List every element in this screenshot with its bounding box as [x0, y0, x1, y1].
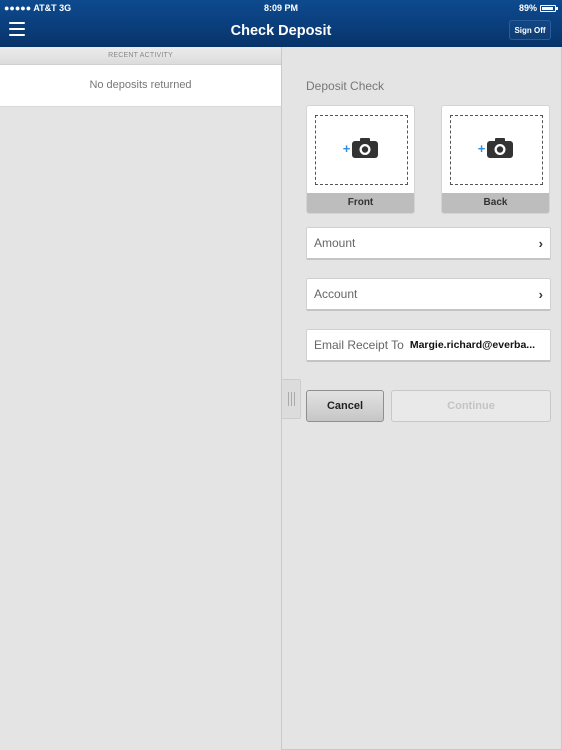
- camera-icon: [487, 138, 514, 158]
- email-receipt-field[interactable]: Email Receipt To Margie.richard@everba..…: [306, 329, 551, 362]
- cancel-button[interactable]: Cancel: [306, 390, 384, 422]
- amount-field[interactable]: Amount ›: [306, 227, 551, 260]
- split-view-drag-handle[interactable]: [282, 379, 301, 419]
- battery-icon: [540, 4, 558, 12]
- plus-icon: +: [342, 140, 351, 156]
- navigation-bar: ●●●●● AT&T 3G 8:09 PM 89% Check Deposit …: [0, 0, 562, 47]
- camera-icon: [352, 138, 379, 158]
- clock: 8:09 PM: [263, 3, 298, 13]
- battery-percent: 89%: [518, 3, 537, 13]
- battery-status: 89%: [518, 3, 558, 13]
- chevron-right-icon: ›: [538, 286, 543, 302]
- recent-activity-pane: RECENT ACTIVITY No deposits returned: [0, 47, 281, 750]
- deposit-check-title: Deposit Check: [306, 79, 385, 93]
- back-image-capture[interactable]: + Back: [441, 105, 550, 214]
- add-camera-icon: +: [307, 138, 414, 158]
- add-camera-icon: +: [442, 138, 549, 158]
- account-label: Account: [314, 287, 358, 301]
- email-value: Margie.richard@everba...: [409, 339, 536, 351]
- amount-label: Amount: [314, 236, 356, 250]
- plus-icon: +: [477, 140, 486, 156]
- no-deposits-message: No deposits returned: [0, 65, 281, 107]
- front-label: Front: [307, 193, 414, 213]
- deposit-pane: Deposit Check + Front + Back Amount › Ac…: [282, 47, 562, 750]
- recent-activity-heading: RECENT ACTIVITY: [0, 47, 281, 65]
- sign-off-button[interactable]: Sign Off: [509, 20, 551, 40]
- front-image-capture[interactable]: + Front: [306, 105, 415, 214]
- back-label: Back: [442, 193, 549, 213]
- continue-button[interactable]: Continue: [391, 390, 551, 422]
- email-label: Email Receipt To: [314, 338, 404, 352]
- page-title: Check Deposit: [230, 23, 332, 39]
- chevron-right-icon: ›: [538, 235, 543, 251]
- account-field[interactable]: Account ›: [306, 278, 551, 311]
